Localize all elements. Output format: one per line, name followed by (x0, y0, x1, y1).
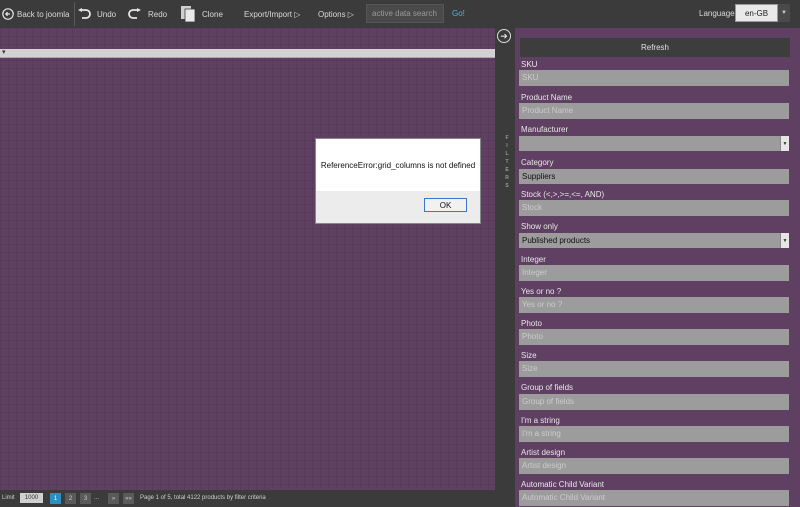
filter-select-category[interactable]: Suppliers (519, 169, 789, 184)
undo-button[interactable]: Undo (77, 0, 116, 28)
filter-placeholder-stock: Stock (522, 203, 543, 212)
language-label: Language (699, 9, 735, 18)
redo-button[interactable]: Redo (128, 0, 167, 28)
filter-placeholder-product-name: Product Name (522, 106, 574, 115)
language-value: en-GB (744, 8, 769, 18)
filter-placeholder-photo: Photo (522, 332, 543, 341)
filter-label-sku: SKU (521, 60, 538, 69)
filter-placeholder-string: I'm a string (522, 429, 561, 438)
filter-value-category: Suppliers (522, 172, 556, 181)
clone-icon (180, 5, 196, 23)
filter-label-category: Category (521, 158, 554, 167)
filter-label-manufacturer: Manufacturer (521, 125, 569, 134)
export-import-label: Export/Import ▷ (244, 9, 301, 19)
filter-label-integer: Integer (521, 255, 546, 264)
filter-label-string: I'm a string (521, 416, 560, 425)
filter-input-size[interactable]: Size (519, 361, 789, 377)
back-arrow-icon (2, 8, 14, 20)
options-menu[interactable]: Options ▷ (318, 0, 354, 28)
redo-label: Redo (148, 9, 168, 19)
chevron-down-icon[interactable]: ▼ (778, 4, 790, 22)
filter-label-automatic-child-variant: Automatic Child Variant (521, 480, 604, 489)
language-select[interactable]: en-GB (735, 4, 778, 22)
next-page-button[interactable]: » (108, 493, 119, 504)
limit-input[interactable]: 1000 (20, 493, 43, 503)
pager-ellipsis: ... (94, 495, 100, 501)
filter-label-group-of-fields: Group of fields (521, 383, 574, 392)
export-import-menu[interactable]: Export/Import ▷ (244, 0, 300, 28)
refresh-button[interactable]: Refresh (520, 38, 790, 57)
error-dialog: ReferenceError:grid_columns is not defin… (315, 138, 481, 224)
page-button-3[interactable]: 3 (80, 493, 91, 504)
product-grid (0, 28, 495, 490)
grid-header-row[interactable]: ▾ (0, 49, 495, 58)
dialog-footer: OK (316, 191, 480, 223)
pager-info: Page 1 of 5, total 4122 products by filt… (140, 495, 266, 501)
refresh-label: Refresh (640, 43, 669, 52)
filter-label-yes-or-no: Yes or no ? (521, 287, 562, 296)
filters-vertical-label: FILTERS (505, 135, 509, 189)
clone-button[interactable]: Clone (180, 0, 223, 28)
filter-value-show-only: Published products (522, 236, 591, 245)
filter-placeholder-group-of-fields: Group of fields (522, 397, 575, 406)
filter-placeholder-yes-or-no: Yes or no ? (522, 300, 563, 309)
undo-label: Undo (97, 9, 117, 19)
filters-divider (495, 28, 515, 507)
go-button[interactable]: Go! (452, 9, 465, 18)
filter-input-integer[interactable]: Integer (519, 265, 789, 281)
back-to-joomla-label: Back to joomla (17, 9, 70, 19)
filter-placeholder-integer: Integer (522, 268, 547, 277)
filter-input-sku[interactable]: SKU (519, 70, 789, 86)
options-label: Options ▷ (318, 9, 354, 19)
filter-label-size: Size (521, 351, 537, 360)
filter-label-artist-design: Artist design (521, 448, 566, 457)
last-page-button[interactable]: »» (123, 493, 134, 504)
undo-icon (77, 8, 91, 20)
filter-input-automatic-child-variant[interactable]: Automatic Child Variant (519, 490, 789, 506)
filter-label-product-name: Product Name (521, 93, 573, 102)
filter-label-stock: Stock (<,>,>=,<=, AND) (521, 190, 605, 199)
pager-bar: Limit 1000 1 2 3 ... » »» Page 1 of 5, t… (0, 490, 495, 507)
filter-input-photo[interactable]: Photo (519, 329, 789, 345)
page-button-1[interactable]: 1 (50, 493, 61, 504)
filter-select-show-only[interactable]: Published products ▼ (519, 233, 789, 248)
limit-label: Limit (2, 495, 15, 501)
filter-placeholder-size: Size (522, 364, 538, 373)
grid-header-mark: ▾ (2, 49, 6, 56)
chevron-down-icon: ▼ (780, 136, 789, 151)
filter-input-product-name[interactable]: Product Name (519, 103, 789, 119)
filter-label-photo: Photo (521, 319, 542, 328)
data-search-placeholder: active data search (372, 9, 437, 18)
back-to-joomla-button[interactable]: Back to joomla (2, 0, 69, 28)
toolbar-separator (74, 2, 75, 26)
filter-input-group-of-fields[interactable]: Group of fields (519, 394, 789, 410)
redo-icon (128, 8, 142, 20)
filter-input-yes-or-no[interactable]: Yes or no ? (519, 297, 789, 313)
filter-placeholder-artist-design: Artist design (522, 461, 567, 470)
filter-input-artist-design[interactable]: Artist design (519, 458, 789, 474)
filter-placeholder-automatic-child-variant: Automatic Child Variant (522, 493, 605, 502)
toolbar: Back to joomla Undo Redo Clone Export/Im… (0, 0, 800, 28)
collapse-filters-icon[interactable]: ➜ (497, 29, 511, 43)
data-search-input[interactable]: active data search (366, 4, 444, 23)
error-message: ReferenceError:grid_columns is not defin… (320, 160, 476, 170)
clone-label: Clone (202, 9, 223, 19)
ok-label: OK (439, 200, 452, 210)
filter-placeholder-sku: SKU (522, 73, 539, 82)
filter-input-string[interactable]: I'm a string (519, 426, 789, 442)
page-button-2[interactable]: 2 (65, 493, 76, 504)
filter-label-show-only: Show only (521, 222, 558, 231)
ok-button[interactable]: OK (424, 198, 467, 212)
chevron-down-icon: ▼ (780, 233, 789, 248)
filter-select-manufacturer[interactable]: ▼ (519, 136, 789, 151)
filter-input-stock[interactable]: Stock (519, 200, 789, 216)
